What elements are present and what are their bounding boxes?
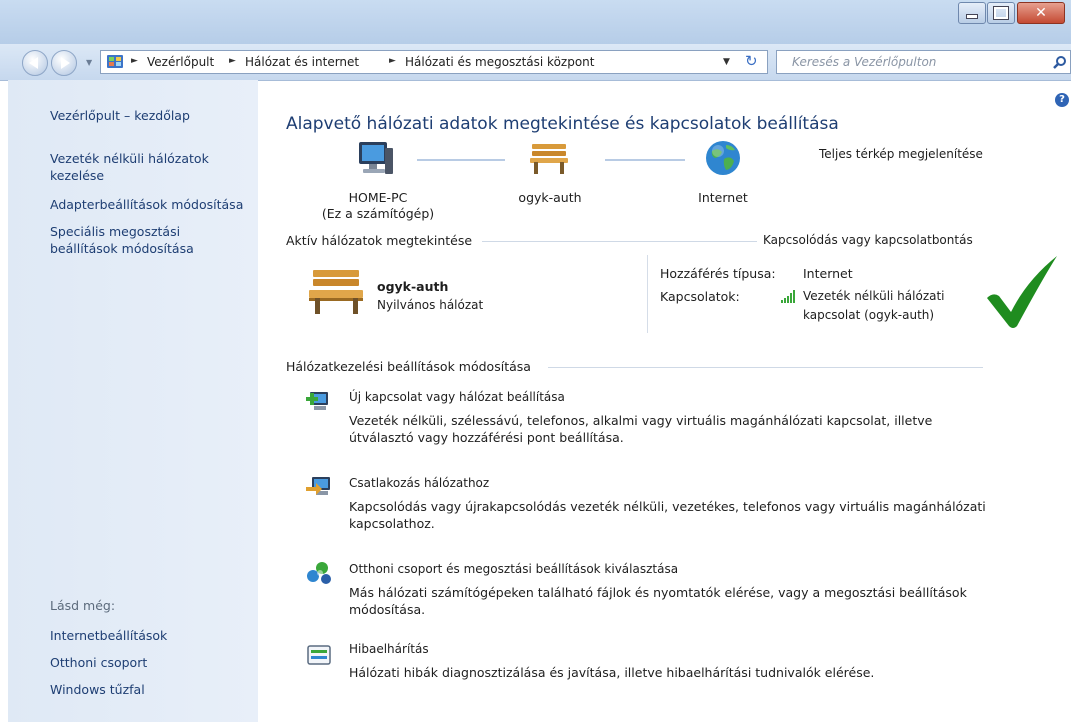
forward-button[interactable] xyxy=(51,50,77,76)
minimize-button[interactable] xyxy=(958,2,986,24)
bench-network-icon xyxy=(528,140,572,176)
breadcrumb-separator-icon[interactable]: ► xyxy=(229,56,236,66)
sidebar-item-control-panel-home[interactable]: Vezérlőpult – kezdőlap xyxy=(50,107,190,124)
access-type-label: Hozzáférés típusa: xyxy=(660,266,776,281)
new-connection-icon[interactable] xyxy=(306,389,334,413)
troubleshoot-description: Hálózati hibák diagnosztizálása és javít… xyxy=(349,665,875,680)
network-settings-heading: Hálózatkezelési beállítások módosítása xyxy=(286,359,537,374)
connections-label: Kapcsolatok: xyxy=(660,289,740,304)
map-link-computer-network xyxy=(417,159,505,161)
network-type-link[interactable]: Nyilvános hálózat xyxy=(377,298,483,312)
control-panel-icon xyxy=(107,54,124,70)
wifi-signal-icon xyxy=(781,290,797,303)
map-computer-sub: (Ez a számítógép) xyxy=(321,206,435,221)
see-also-homegroup[interactable]: Otthoni csoport xyxy=(50,654,147,671)
page-title: Alapvető hálózati adatok megtekintése és… xyxy=(286,114,839,134)
close-icon: ✕ xyxy=(1035,5,1047,21)
address-bar[interactable]: ► Vezérlőpult ► Hálózat és internet ► Há… xyxy=(100,50,768,74)
new-connection-description-line2: útválasztó vagy hozzáférési pont beállít… xyxy=(349,430,624,445)
active-network-bench-icon[interactable] xyxy=(307,266,367,318)
full-map-link[interactable]: Teljes térkép megjelenítése xyxy=(819,147,983,161)
maximize-button[interactable] xyxy=(987,2,1015,24)
new-connection-description-line1: Vezeték nélküli, szélessávú, telefonos, … xyxy=(349,413,933,428)
globe-icon xyxy=(704,139,742,177)
back-button[interactable] xyxy=(22,50,48,76)
see-also-windows-firewall[interactable]: Windows tűzfal xyxy=(50,681,145,698)
homegroup-icon[interactable] xyxy=(306,561,334,585)
search-icon[interactable] xyxy=(1053,55,1067,69)
sidebar-item-advanced-sharing[interactable]: Speciális megosztási beállítások módosít… xyxy=(50,223,235,257)
connect-to-network-description-line2: kapcsolathoz. xyxy=(349,516,435,531)
access-type-value: Internet xyxy=(803,266,853,281)
close-button[interactable]: ✕ xyxy=(1017,2,1065,24)
homegroup-sharing-description-line2: módosítása. xyxy=(349,602,426,617)
window-title-bar xyxy=(0,0,1071,45)
see-also-label: Lásd még: xyxy=(50,598,116,613)
computer-icon xyxy=(355,140,395,178)
refresh-icon[interactable]: ↻ xyxy=(745,52,758,70)
maximize-icon xyxy=(988,3,1014,23)
history-dropdown-icon[interactable]: ▼ xyxy=(86,58,92,67)
new-connection-link[interactable]: Új kapcsolat vagy hálózat beállítása xyxy=(349,390,565,404)
map-link-network-internet xyxy=(605,159,685,161)
connect-to-network-link[interactable]: Csatlakozás hálózathoz xyxy=(349,476,489,490)
back-arrow-icon xyxy=(29,57,38,69)
minimize-icon xyxy=(959,3,985,23)
active-networks-heading: Aktív hálózatok megtekintése xyxy=(286,233,479,248)
homegroup-sharing-description-line1: Más hálózati számítógépeken található fá… xyxy=(349,585,967,600)
section-divider xyxy=(482,241,757,242)
sidebar-item-manage-wireless[interactable]: Vezeték nélküli hálózatok kezelése xyxy=(50,150,250,184)
forward-arrow-icon xyxy=(61,57,70,69)
see-also-internet-options[interactable]: Internetbeállítások xyxy=(50,627,167,644)
breadcrumb-separator-icon[interactable]: ► xyxy=(389,56,396,66)
wireless-connection-link-line2[interactable]: kapcsolat (ogyk-auth) xyxy=(803,308,934,322)
wireless-connection-link-line1[interactable]: Vezeték nélküli hálózati xyxy=(803,289,945,303)
section-divider xyxy=(548,367,983,368)
homegroup-sharing-link[interactable]: Otthoni csoport és megosztási beállításo… xyxy=(349,562,678,576)
connect-disconnect-link[interactable]: Kapcsolódás vagy kapcsolatbontás xyxy=(763,233,973,247)
breadcrumb-control-panel[interactable]: Vezérlőpult xyxy=(147,55,214,69)
active-network-name: ogyk-auth xyxy=(377,279,449,294)
map-computer-name: HOME-PC xyxy=(348,190,408,205)
troubleshoot-link[interactable]: Hibaelhárítás xyxy=(349,642,429,656)
breadcrumb-network-sharing-center[interactable]: Hálózati és megosztási központ xyxy=(405,55,594,69)
map-network-name: ogyk-auth xyxy=(518,190,582,205)
map-internet-label: Internet xyxy=(698,190,748,205)
help-icon[interactable]: ? xyxy=(1055,93,1069,107)
address-dropdown-icon[interactable]: ▼ xyxy=(723,57,730,67)
vertical-divider xyxy=(647,255,648,333)
connect-to-network-icon[interactable] xyxy=(306,475,334,499)
breadcrumb-network-internet[interactable]: Hálózat és internet xyxy=(245,55,359,69)
checkmark-icon xyxy=(983,252,1063,332)
troubleshoot-icon[interactable] xyxy=(306,644,334,668)
sidebar-item-adapter-settings[interactable]: Adapterbeállítások módosítása xyxy=(50,196,255,213)
breadcrumb-separator-icon[interactable]: ► xyxy=(131,56,138,66)
connect-to-network-description-line1: Kapcsolódás vagy újrakapcsolódás vezeték… xyxy=(349,499,986,514)
search-input[interactable]: Keresés a Vezérlőpulton xyxy=(792,55,936,69)
search-box[interactable]: Keresés a Vezérlőpulton xyxy=(776,50,1071,74)
